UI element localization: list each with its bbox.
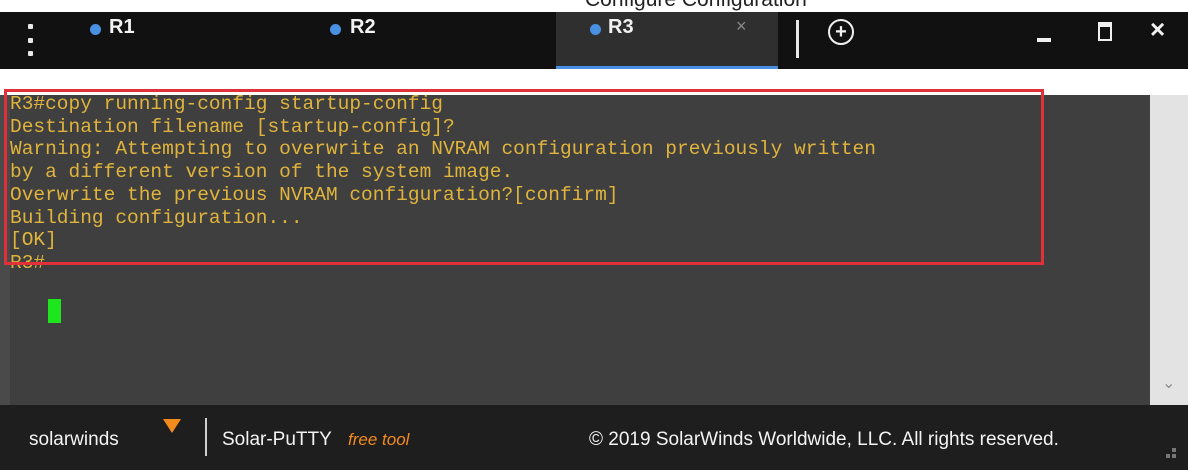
terminal-cursor bbox=[48, 299, 61, 323]
tab-label: R2 bbox=[350, 16, 376, 38]
tab-label: R3 bbox=[608, 16, 634, 38]
footer-bar: solarwinds Solar-PuTTY free tool © 2019 … bbox=[0, 405, 1188, 470]
minimize-icon[interactable] bbox=[1037, 38, 1051, 42]
add-tab-icon[interactable]: + bbox=[828, 19, 854, 45]
menu-dots-icon[interactable] bbox=[28, 24, 34, 56]
tab-close-icon[interactable]: × bbox=[736, 16, 747, 37]
scroll-down-icon[interactable]: ⌄ bbox=[1162, 373, 1175, 393]
product-name: Solar-PuTTY bbox=[222, 429, 332, 450]
terminal-scrollbar[interactable] bbox=[1150, 95, 1188, 405]
highlight-box bbox=[4, 89, 1044, 265]
brand-flame-icon bbox=[163, 419, 181, 433]
tab-r2[interactable]: R2 bbox=[330, 12, 560, 69]
session-status-icon bbox=[330, 24, 341, 35]
tab-r3[interactable]: R3 × bbox=[556, 12, 778, 69]
session-status-icon bbox=[590, 24, 601, 35]
session-status-icon bbox=[90, 24, 101, 35]
footer-divider bbox=[205, 418, 207, 456]
close-window-icon[interactable]: × bbox=[1150, 14, 1165, 45]
copyright-text: © 2019 SolarWinds Worldwide, LLC. All ri… bbox=[589, 429, 1059, 450]
cropped-caption: Configure Configuration bbox=[0, 0, 1188, 12]
free-tool-badge: free tool bbox=[348, 430, 410, 449]
tab-r1[interactable]: R1 bbox=[90, 12, 320, 69]
caption-text: Configure Configuration bbox=[585, 0, 807, 12]
maximize-icon[interactable] bbox=[1098, 22, 1112, 41]
tab-label: R1 bbox=[109, 16, 135, 38]
tab-bar: R1 R2 R3 × + × bbox=[0, 12, 1188, 69]
resize-grip-icon[interactable] bbox=[1172, 454, 1176, 458]
tab-divider bbox=[796, 20, 799, 58]
brand-logo: solarwinds bbox=[29, 429, 119, 450]
